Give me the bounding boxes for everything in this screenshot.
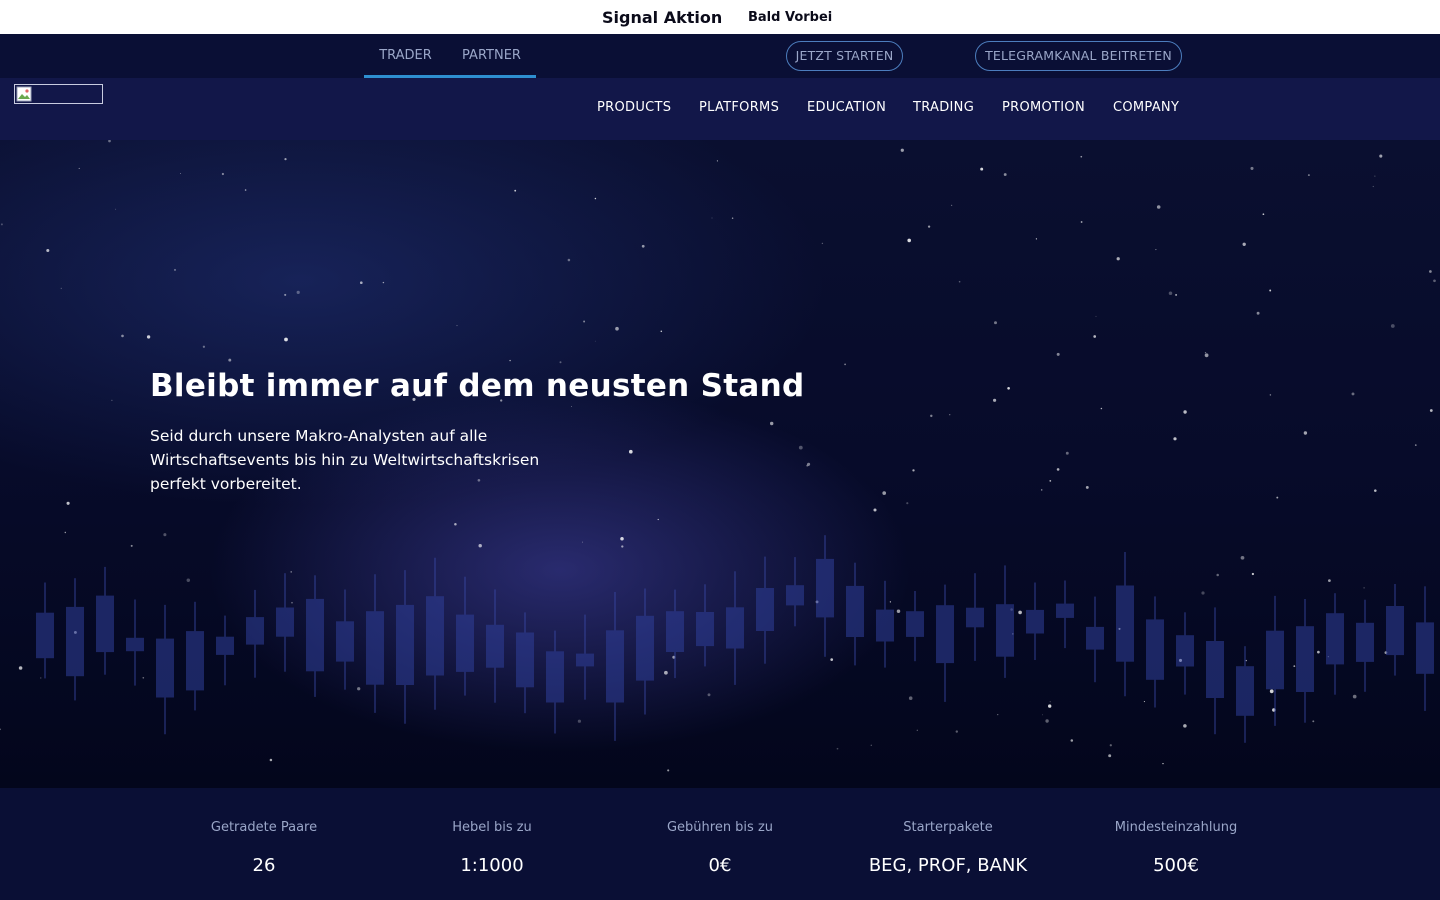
stat-label: Mindesteinzahlung bbox=[1114, 820, 1238, 835]
stat-value: 1:1000 bbox=[460, 855, 524, 876]
nav-trading[interactable]: TRADING bbox=[913, 100, 974, 115]
stat-value: 500€ bbox=[1153, 855, 1199, 876]
hero-title: Bleibt immer auf dem neusten Stand bbox=[150, 368, 805, 404]
hero-banner: Bleibt immer auf dem neusten Stand Seid … bbox=[0, 140, 1440, 788]
nav-products[interactable]: PRODUCTS bbox=[597, 100, 671, 115]
stat-value: 0€ bbox=[708, 855, 732, 876]
tab-trader[interactable]: TRADER bbox=[364, 34, 447, 78]
nav-platforms[interactable]: PLATFORMS bbox=[699, 100, 779, 115]
stat-value: BEG, PROF, BANK bbox=[868, 855, 1028, 876]
nav-education[interactable]: EDUCATION bbox=[807, 100, 886, 115]
top-navigation: TRADER PARTNER JETZT STARTEN TELEGRAMKAN… bbox=[0, 34, 1440, 78]
main-navigation: PRODUCTS PLATFORMS EDUCATION TRADING PRO… bbox=[0, 78, 1440, 140]
stats-bar: Getradete Paare 26 Hebel bis zu 1:1000 G… bbox=[0, 788, 1440, 900]
stat-label: Getradete Paare bbox=[210, 820, 318, 835]
tab-partner[interactable]: PARTNER bbox=[447, 34, 536, 78]
stat-value: 26 bbox=[252, 855, 276, 876]
stat-label: Starterpakete bbox=[903, 820, 993, 835]
promo-bar: Signal Aktion Bald Vorbei bbox=[0, 0, 1440, 34]
promo-title[interactable]: Signal Aktion bbox=[602, 8, 722, 27]
start-now-button[interactable]: JETZT STARTEN bbox=[786, 41, 903, 71]
logo[interactable] bbox=[14, 84, 103, 104]
broken-image-icon bbox=[16, 86, 32, 102]
join-telegram-button[interactable]: TELEGRAMKANAL BEITRETEN bbox=[975, 41, 1182, 71]
hero-description: Seid durch unsere Makro-Analysten auf al… bbox=[150, 427, 540, 493]
stat-label: Hebel bis zu bbox=[452, 820, 532, 835]
stat-label: Gebühren bis zu bbox=[666, 820, 774, 835]
promo-status: Bald Vorbei bbox=[748, 10, 833, 25]
nav-promotion[interactable]: PROMOTION bbox=[1002, 100, 1085, 115]
nav-company[interactable]: COMPANY bbox=[1113, 100, 1179, 115]
